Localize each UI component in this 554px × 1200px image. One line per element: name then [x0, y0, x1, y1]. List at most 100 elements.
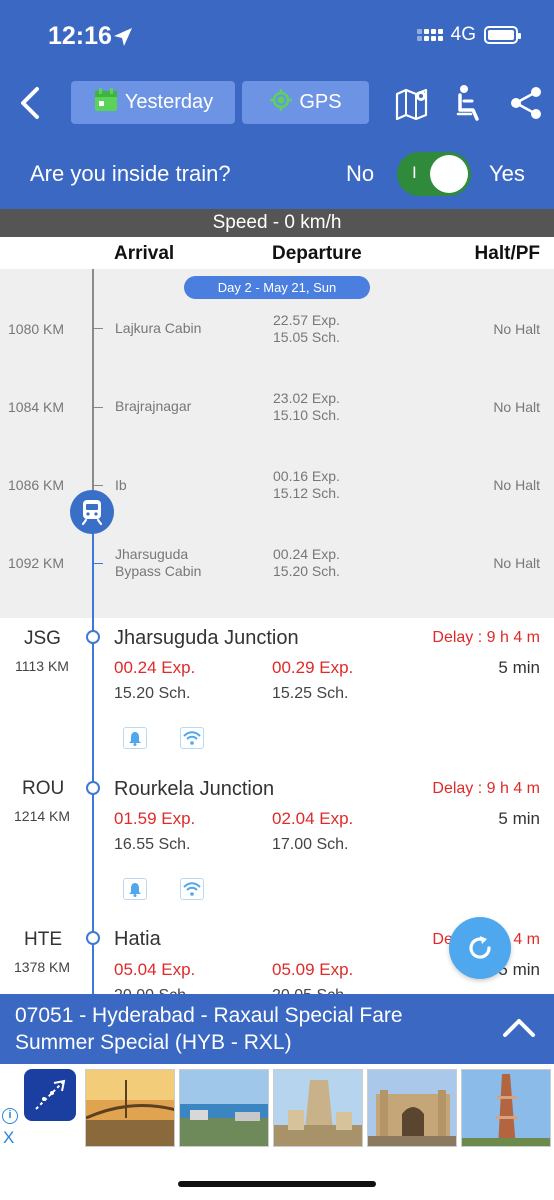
no-label[interactable]: No	[346, 161, 374, 187]
share-icon[interactable]	[508, 85, 544, 126]
toggle-on-mark: I	[412, 163, 417, 182]
track-tick	[93, 328, 103, 329]
alarm-icon	[129, 883, 141, 897]
gps-button[interactable]: GPS	[242, 81, 369, 124]
wifi-button[interactable]	[180, 727, 204, 749]
track-tick	[93, 563, 103, 564]
status-time: 12:16	[48, 22, 112, 50]
minor-station-halt: No Halt	[493, 321, 540, 337]
yes-label[interactable]: Yes	[489, 161, 525, 187]
home-indicator[interactable]	[178, 1181, 376, 1187]
minor-station-sch: 15.10 Sch.	[273, 407, 340, 423]
station-name: Rourkela Junction	[114, 778, 275, 800]
arrival-expected: 05.04 Exp.	[114, 960, 196, 979]
minor-station-halt: No Halt	[493, 477, 540, 493]
arrival-scheduled: 16.55 Sch.	[114, 836, 191, 853]
calendar-icon	[93, 87, 119, 119]
station-delay: Delay : 9 h 4 m	[432, 629, 540, 646]
minor-station-name: Lajkura Cabin	[115, 320, 202, 336]
inside-train-question: Are you inside train?	[30, 161, 231, 186]
yesterday-label: Yesterday	[124, 91, 214, 113]
back-icon[interactable]	[18, 86, 42, 120]
train-position-icon	[70, 490, 114, 534]
gps-target-icon	[269, 88, 293, 118]
alarm-button[interactable]	[123, 727, 147, 749]
map-icon[interactable]	[394, 85, 430, 126]
track-tick	[93, 407, 103, 408]
departure-expected: 02.04 Exp.	[272, 809, 354, 828]
gps-label: GPS	[299, 91, 342, 113]
minor-station-km: 1086 KM	[8, 477, 65, 493]
arrival-expected: 00.24 Exp.	[114, 658, 196, 677]
minor-station-exp: 22.57 Exp.	[273, 312, 340, 328]
refresh-button[interactable]	[449, 917, 511, 979]
minor-station-halt: No Halt	[493, 555, 540, 571]
ad-image-monument[interactable]	[367, 1069, 457, 1147]
minor-station-name: Jharsuguda	[115, 546, 189, 562]
signal-icon	[416, 29, 443, 41]
departure-expected: 05.09 Exp.	[272, 960, 354, 979]
train-title: 07051 - Hyderabad - Raxaul Special Fare …	[15, 1002, 485, 1056]
minor-station-name: Brajrajnagar	[115, 398, 192, 414]
minor-station-sch: 15.12 Sch.	[273, 485, 340, 501]
departure-header: Departure	[272, 243, 362, 264]
minor-station-exp: 00.24 Exp.	[273, 546, 340, 562]
ad-image-bridge[interactable]	[85, 1069, 175, 1147]
departure-scheduled: 17.00 Sch.	[272, 836, 349, 853]
station-node	[86, 781, 100, 795]
train-info-bar[interactable]: 07051 - Hyderabad - Raxaul Special Fare …	[0, 994, 554, 1064]
minor-station-km: 1084 KM	[8, 399, 65, 415]
station-km: 1378 KM	[14, 959, 71, 975]
inside-train-toggle[interactable]: I	[397, 152, 471, 196]
station-code: JSG	[24, 628, 61, 649]
minor-station-name: Ib	[115, 477, 127, 493]
minor-station-name-line2: Bypass Cabin	[115, 563, 202, 579]
station-name: Jharsuguda Junction	[114, 627, 299, 649]
halt-duration: 5 min	[498, 809, 540, 828]
day-badge: Day 2 - May 21, Sun	[184, 276, 370, 299]
toggle-knob	[430, 155, 468, 193]
station-code: ROU	[22, 778, 65, 799]
station-name: Hatia	[114, 928, 161, 950]
yesterday-button[interactable]: Yesterday	[71, 81, 235, 124]
station-km: 1214 KM	[14, 808, 71, 824]
chevron-up-icon[interactable]	[502, 1016, 536, 1043]
alarm-button[interactable]	[123, 878, 147, 900]
station-code: HTE	[24, 929, 62, 950]
ad-image-tower[interactable]	[461, 1069, 551, 1147]
halt-header: Halt/PF	[474, 243, 540, 264]
status-indicators: 4G	[416, 24, 521, 46]
seat-icon[interactable]	[455, 84, 483, 127]
wifi-button[interactable]	[180, 878, 204, 900]
alarm-icon	[129, 732, 141, 746]
wifi-icon	[183, 882, 201, 896]
wifi-icon	[183, 731, 201, 745]
train-title-line1: 07051 - Hyderabad - Raxaul Special Fare	[15, 1004, 403, 1027]
location-arrow-icon	[112, 26, 134, 53]
ad-image-beach[interactable]	[179, 1069, 269, 1147]
battery-icon	[484, 26, 521, 44]
ad-close-icon[interactable]: X	[3, 1128, 14, 1148]
arrival-expected: 01.59 Exp.	[114, 809, 196, 828]
ad-banner[interactable]: i X	[0, 1064, 554, 1154]
track-tick	[93, 485, 103, 486]
track-upcoming	[92, 497, 94, 994]
ad-info-icon[interactable]: i	[2, 1108, 18, 1124]
speed-bar: Speed - 0 km/h	[0, 209, 554, 237]
refresh-icon	[469, 936, 491, 959]
station-delay: Delay : 9 h 4 m	[432, 780, 540, 797]
ad-logo[interactable]	[24, 1069, 76, 1121]
minor-station-km: 1080 KM	[8, 321, 65, 337]
column-headers: Arrival Departure Halt/PF	[0, 237, 554, 269]
ad-image-temple[interactable]	[273, 1069, 363, 1147]
station-node	[86, 630, 100, 644]
station-node	[86, 931, 100, 945]
minor-station-exp: 23.02 Exp.	[273, 390, 340, 406]
departure-scheduled: 15.25 Sch.	[272, 685, 349, 702]
arrival-scheduled: 15.20 Sch.	[114, 685, 191, 702]
station-km: 1113 KM	[15, 658, 69, 674]
app-header: 12:16 4G Yesterday GPS Are you inside tr…	[0, 0, 554, 209]
halt-duration: 5 min	[498, 658, 540, 677]
minor-station-halt: No Halt	[493, 399, 540, 415]
train-title-line2: Summer Special (HYB - RXL)	[15, 1031, 292, 1054]
